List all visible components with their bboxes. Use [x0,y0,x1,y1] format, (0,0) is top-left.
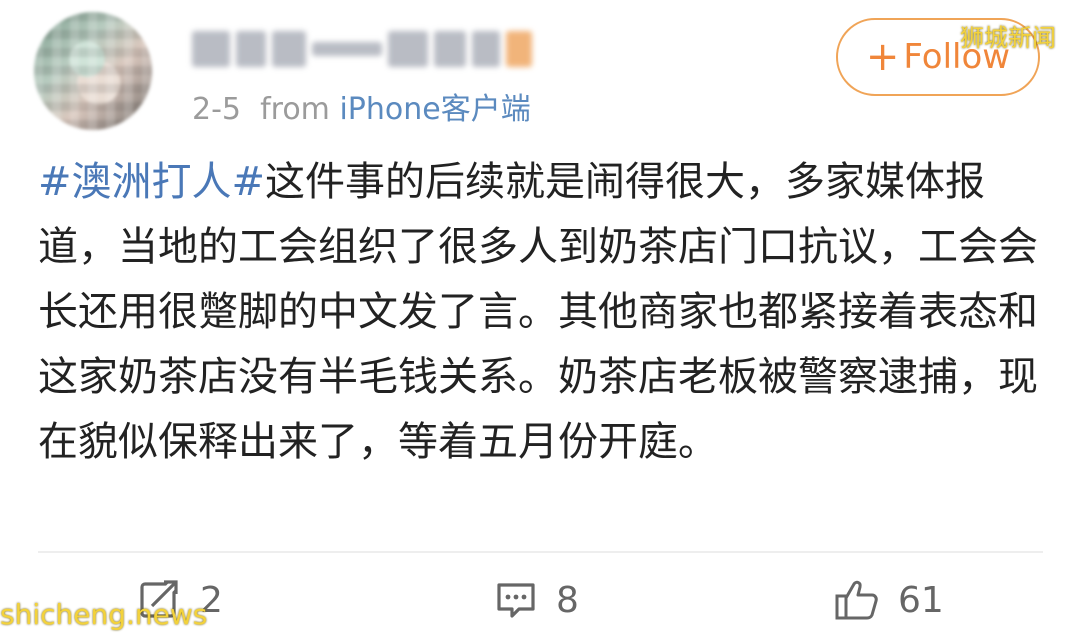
plus-icon: + [865,34,900,80]
comment-button[interactable]: 8 [494,573,579,627]
post-date: 2-5 [192,92,241,127]
post-body: #澳洲打人#这件事的后续就是闹得很大，多家媒体报道，当地的工会组织了很多人到奶茶… [38,150,1048,475]
post-from-label: from [260,92,330,127]
avatar[interactable] [34,12,152,130]
like-button[interactable]: 61 [834,573,944,627]
comment-icon [497,583,535,618]
divider [38,551,1043,553]
post-source-link[interactable]: iPhone客户端 [339,92,530,127]
watermark-top: 狮城新闻 [960,24,1056,52]
post-meta: 2-5 from iPhone客户端 [192,84,531,128]
comment-count: 8 [556,579,579,621]
thumbs-up-icon [835,580,878,620]
hashtag-link[interactable]: #澳洲打人# [38,159,265,205]
watermark-bottom: shicheng.news [0,598,208,631]
like-count: 61 [898,579,944,621]
username-blurred[interactable] [192,24,532,74]
